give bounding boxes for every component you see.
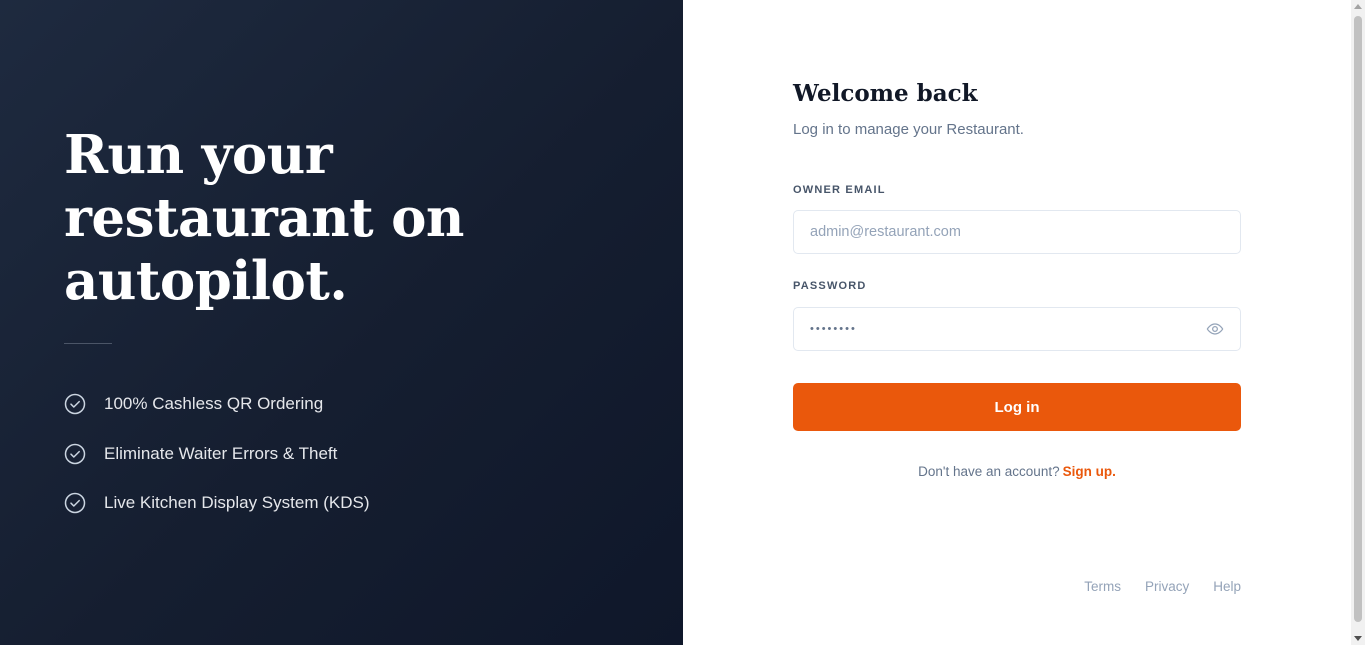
signup-text: Don't have an account? [918,464,1060,479]
scroll-thumb[interactable] [1354,16,1362,622]
eye-icon[interactable] [1206,320,1224,338]
hero-line: restaurant on [64,187,464,249]
signup-link[interactable]: Sign up. [1063,464,1116,479]
feature-list: 100% Cashless QR Ordering Eliminate Wait… [64,392,369,541]
vertical-scrollbar[interactable] [1351,0,1365,645]
check-circle-icon [64,443,86,465]
login-title: Welcome back [793,80,978,107]
email-label: OWNER EMAIL [793,184,886,196]
privacy-link[interactable]: Privacy [1145,579,1189,594]
login-subtitle: Log in to manage your Restaurant. [793,121,1024,138]
password-masked-value: •••••••• [810,323,857,335]
feature-label: 100% Cashless QR Ordering [104,394,324,413]
feature-item: Live Kitchen Display System (KDS) [64,491,369,515]
email-field[interactable] [810,224,1224,240]
password-field[interactable]: •••••••• [793,307,1241,351]
feature-item: 100% Cashless QR Ordering [64,392,369,416]
feature-label: Live Kitchen Display System (KDS) [104,493,370,512]
password-label: PASSWORD [793,280,867,292]
feature-item: Eliminate Waiter Errors & Theft [64,442,369,466]
check-circle-icon [64,492,86,514]
brand-panel: Run your restaurant on autopilot. 100% C… [0,0,683,645]
hero-line: autopilot. [64,250,348,312]
help-link[interactable]: Help [1213,579,1241,594]
email-field-wrapper [793,210,1241,254]
hero-line: Run your [64,124,333,186]
feature-label: Eliminate Waiter Errors & Theft [104,443,338,463]
scroll-down-arrow-icon[interactable] [1354,636,1362,641]
hero-headline: Run your restaurant on autopilot. [64,124,584,313]
scroll-up-arrow-icon[interactable] [1354,4,1362,9]
check-circle-icon [64,393,86,415]
login-button[interactable]: Log in [793,383,1241,431]
hero-divider [64,343,112,344]
signup-prompt: Don't have an account? Sign up. [793,464,1241,479]
terms-link[interactable]: Terms [1084,579,1121,594]
footer-links: Terms Privacy Help [1084,579,1241,594]
login-panel: Welcome back Log in to manage your Resta… [683,0,1351,645]
